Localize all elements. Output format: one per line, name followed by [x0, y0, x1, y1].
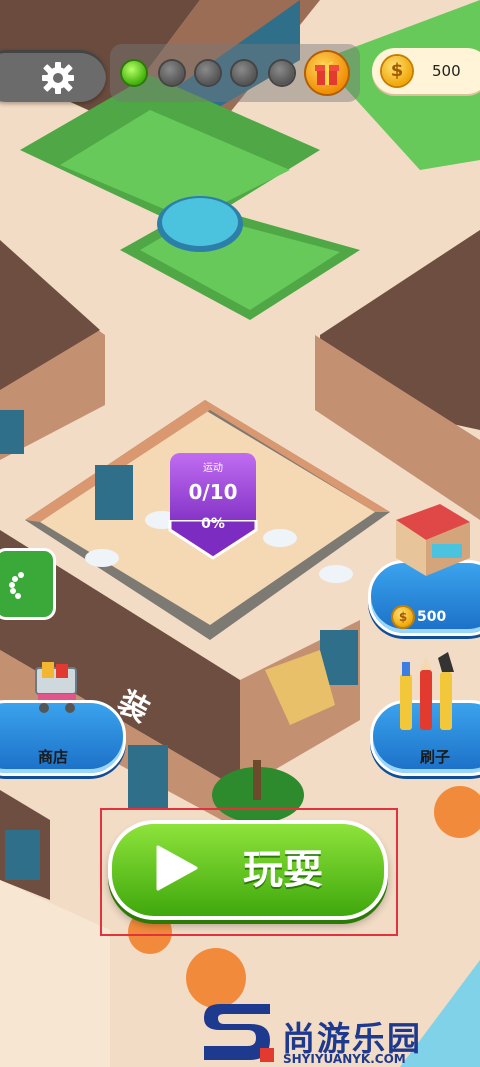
- paint-brushes-icon: [400, 652, 454, 730]
- task-title: 运动: [203, 463, 223, 474]
- game-scene: $ 500 运动 0/10 0% 装 商店 $ 500 刷子 玩耍 尚游乐园 S…: [0, 0, 480, 1067]
- watermark-site: SHYIYUANYK.COM: [283, 1052, 406, 1066]
- play-icon: [156, 845, 198, 891]
- progress-dot-3: [196, 61, 220, 85]
- progress-dot-5: [270, 61, 294, 85]
- gift-button[interactable]: [306, 52, 348, 94]
- dollar-coin-icon: $: [382, 56, 412, 86]
- gear-icon[interactable]: [40, 60, 76, 96]
- shop-label: 商店: [37, 748, 68, 766]
- kiosk-price: 500: [417, 609, 447, 625]
- brush-label: 刷子: [419, 748, 450, 766]
- progress-dot-4: [232, 61, 256, 85]
- site-logo: [204, 1004, 274, 1062]
- shop-stall-icon: [396, 504, 470, 576]
- build-tool-button[interactable]: [0, 548, 56, 620]
- task-count: 0/10: [188, 480, 238, 504]
- progress-dot-2: [160, 61, 184, 85]
- shopping-cart-icon: [35, 662, 77, 713]
- loading-dots-icon: [9, 572, 24, 599]
- gift-icon: [315, 61, 339, 85]
- progress-dot-1: [122, 61, 146, 85]
- kiosk-coin-icon: $: [393, 607, 413, 627]
- play-label: 玩耍: [243, 847, 323, 893]
- coin-amount: 500: [432, 62, 461, 80]
- task-percent: 0%: [201, 516, 225, 532]
